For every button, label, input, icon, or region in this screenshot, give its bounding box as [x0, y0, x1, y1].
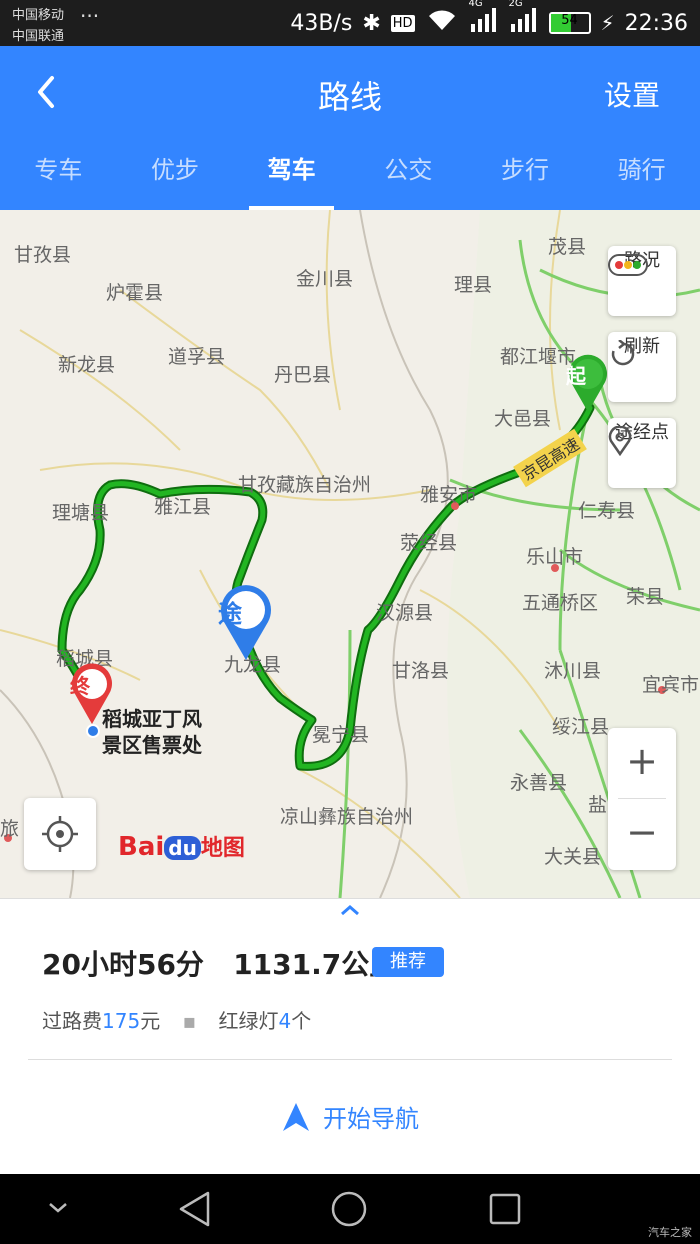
tab-bus[interactable]: 公交: [350, 146, 467, 210]
place-label: 大邑县: [494, 408, 552, 430]
refresh-button[interactable]: 刷新: [608, 332, 676, 402]
hd-icon: HD: [390, 14, 415, 32]
traffic-light-count: 4: [278, 1009, 292, 1033]
wifi-icon: [425, 8, 459, 38]
place-label: 金川县: [296, 268, 354, 290]
destination-dot: [86, 724, 100, 738]
zoom-in-button[interactable]: +: [608, 728, 676, 798]
baidu-map-logo: Bai du 地图: [118, 832, 245, 862]
place-label: 理县: [454, 274, 493, 296]
place-label: 大关县: [544, 846, 602, 868]
place-label: 甘孜县: [14, 244, 72, 266]
place-label: 永善县: [510, 772, 568, 794]
signal-2g-icon: 2G: [509, 0, 539, 38]
tab-zhuanche[interactable]: 专车: [0, 146, 117, 210]
navigation-arrow-icon: [283, 1102, 309, 1131]
destination-label[interactable]: 稻城亚丁风 景区售票处: [102, 706, 202, 758]
place-label: 雅江县: [154, 496, 212, 518]
toll-amount: 175: [102, 1009, 141, 1033]
place-label: 炉霍县: [106, 282, 164, 304]
divider: [28, 1059, 672, 1060]
place-label: 甘洛县: [392, 660, 450, 682]
waypoint-button[interactable]: 途经点: [608, 418, 676, 488]
place-label: 荥经县: [400, 532, 458, 554]
route-panel: 20小时56分 1131.7公里 推荐 过路费175元 ▪ 红绿灯4个 开始导航: [0, 898, 700, 1174]
traffic-button[interactable]: 路况: [608, 246, 676, 316]
traffic-light-icon: [608, 254, 648, 276]
map-view[interactable]: 京昆高速 甘孜县 金川县 茂县 炉霍县 理县 新龙县 道孚县 丹巴县 都江堰市 …: [0, 210, 700, 898]
place-label: 凉山彝族自治州: [280, 806, 414, 828]
carrier-2: 中国联通: [12, 29, 65, 44]
place-label: 仁寿县: [578, 500, 636, 522]
zoom-out-button[interactable]: −: [608, 799, 676, 869]
locate-me-button[interactable]: [24, 798, 96, 870]
place-label: 新龙县: [58, 354, 116, 376]
home-circle-icon[interactable]: [330, 1190, 368, 1228]
place-label: 五通桥区: [522, 592, 599, 614]
place-label: 理塘县: [52, 502, 110, 524]
more-notifications-icon: ···: [80, 4, 100, 28]
charging-icon: ⚡: [600, 11, 615, 35]
tab-bike[interactable]: 骑行: [583, 146, 700, 210]
route-details: 过路费175元 ▪ 红绿灯4个: [42, 1009, 312, 1033]
place-label: 沐川县: [544, 660, 602, 682]
clock: 22:36: [624, 10, 688, 36]
signal-4g-icon: 4G: [469, 0, 499, 38]
battery-icon: 54: [548, 12, 591, 34]
app-header: 路线 设置 专车 优步 驾车 公交 步行 骑行: [0, 46, 700, 210]
system-nav-bar: 汽车之家: [0, 1174, 700, 1244]
place-label: 盐: [588, 794, 608, 816]
network-speed: 43B/s: [290, 10, 353, 36]
settings-button[interactable]: 设置: [604, 74, 660, 114]
chevron-down-icon[interactable]: [46, 1200, 70, 1216]
location-pin-icon: [608, 426, 632, 456]
recommended-badge: 推荐: [372, 947, 444, 977]
place-label: 荣县: [626, 586, 665, 608]
recent-apps-square-icon[interactable]: [488, 1192, 522, 1226]
place-label: 乐山市: [526, 546, 584, 568]
route-summary[interactable]: 20小时56分 1131.7公里: [42, 943, 397, 983]
place-label: 旅: [0, 818, 20, 840]
zoom-control: + −: [608, 728, 676, 870]
watermark: 汽车之家: [648, 1226, 692, 1239]
place-label: 绥江县: [552, 716, 610, 738]
place-label: 宜宾市: [642, 674, 700, 696]
place-label: 道孚县: [168, 346, 226, 368]
status-bar: 中国移动 中国联通 ··· 43B/s ✱ HD 4G 2G 54 ⚡ 22:3…: [0, 0, 700, 46]
place-label: 茂县: [548, 236, 587, 258]
place-label: 冕宁县: [312, 724, 370, 746]
start-navigation-button[interactable]: 开始导航: [0, 1099, 700, 1134]
carrier-1: 中国移动: [12, 8, 65, 23]
page-title: 路线: [317, 78, 382, 116]
crosshair-icon: [42, 816, 78, 852]
bluetooth-icon: ✱: [362, 10, 381, 36]
route-duration: 20小时56分: [42, 948, 204, 981]
tab-walk[interactable]: 步行: [467, 146, 584, 210]
tab-youbu[interactable]: 优步: [117, 146, 234, 210]
tab-drive[interactable]: 驾车: [233, 146, 350, 210]
transport-tabs: 专车 优步 驾车 公交 步行 骑行: [0, 146, 700, 210]
place-label: 雅安市: [420, 484, 478, 506]
place-label: 汉源县: [376, 602, 434, 624]
back-triangle-icon[interactable]: [178, 1190, 212, 1228]
refresh-icon: [611, 340, 635, 366]
place-label: 丹巴县: [274, 364, 332, 386]
place-label: 甘孜藏族自治州: [238, 474, 372, 496]
chevron-up-icon[interactable]: [338, 903, 362, 917]
place-label: 都江堰市: [500, 346, 577, 368]
